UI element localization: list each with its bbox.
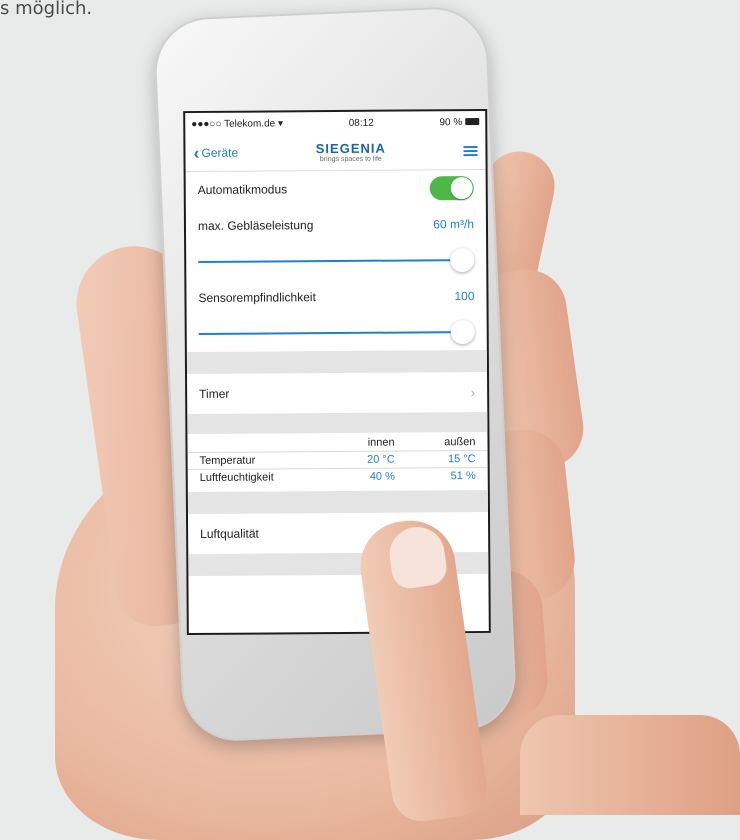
caption-text: s möglich. <box>0 0 93 19</box>
value-inside: 20 °C <box>331 451 407 469</box>
column-header-inside: innen <box>367 436 395 449</box>
max-fan-label: max. Gebläseleistung <box>197 218 314 233</box>
back-button[interactable]: ‹ Geräte <box>193 142 239 163</box>
sensor-label: Sensorempfindlichkeit <box>198 290 316 305</box>
value-outside: 15 °C <box>406 450 488 469</box>
slider-thumb[interactable] <box>450 248 475 273</box>
back-label: Geräte <box>201 145 239 160</box>
table-row: Temperatur 20 °C 15 °C <box>187 450 488 470</box>
auto-mode-toggle[interactable] <box>429 176 474 201</box>
timer-label: Timer <box>199 386 230 401</box>
chevron-right-icon: › <box>470 384 476 401</box>
air-quality-label: Luftqualität <box>200 526 259 541</box>
brand-tagline: brings spaces to life <box>319 155 382 163</box>
wifi-icon: ▾ <box>277 117 284 129</box>
row-label: Temperatur <box>187 451 332 470</box>
auto-mode-label: Automatikmodus <box>197 182 288 197</box>
value-outside: 51 % <box>406 467 488 485</box>
carrier-label: ●●●○○ Telekom.de ▾ <box>191 118 283 130</box>
table-row: Luftfeuchtigkeit 40 % 51 % <box>187 467 488 487</box>
max-fan-slider[interactable] <box>198 242 475 280</box>
section-divider <box>187 489 488 515</box>
slider-thumb[interactable] <box>450 320 475 345</box>
column-header-outside: außen <box>444 436 476 449</box>
row-label: Luftfeuchtigkeit <box>187 468 332 487</box>
slider-track <box>198 259 463 263</box>
clock: 08:12 <box>348 117 374 129</box>
climate-table: innen außen Temperatur 20 °C 15 °C Luftf… <box>187 432 488 487</box>
section-divider <box>187 411 488 435</box>
battery-icon <box>465 118 480 126</box>
battery-percent: 90 % <box>439 116 463 128</box>
sensor-slider[interactable] <box>198 314 475 352</box>
section-divider <box>186 349 488 375</box>
hand-wrist <box>520 715 740 815</box>
slider-track <box>198 331 463 335</box>
auto-mode-row: Automatikmodus <box>186 170 486 208</box>
timer-row[interactable]: Timer › <box>187 372 487 414</box>
brand-name: SIEGENIA <box>315 140 386 156</box>
chevron-left-icon: ‹ <box>193 142 200 163</box>
hamburger-menu-icon[interactable] <box>463 146 478 157</box>
sensor-row: Sensorempfindlichkeit 100 <box>186 278 486 316</box>
battery-indicator: 90 % <box>439 116 480 128</box>
max-fan-row: max. Gebläseleistung 60 m³/h <box>186 206 486 244</box>
sensor-value: 100 <box>454 289 475 304</box>
max-fan-value: 60 m³/h <box>433 217 475 232</box>
value-inside: 40 % <box>331 468 407 486</box>
status-bar: ●●●○○ Telekom.de ▾ 08:12 90 % <box>185 111 485 135</box>
nav-bar: ‹ Geräte SIEGENIA brings spaces to life <box>185 132 486 173</box>
brand-logo: SIEGENIA brings spaces to life <box>315 140 386 163</box>
carrier-text: ●●●○○ Telekom.de <box>191 117 276 130</box>
